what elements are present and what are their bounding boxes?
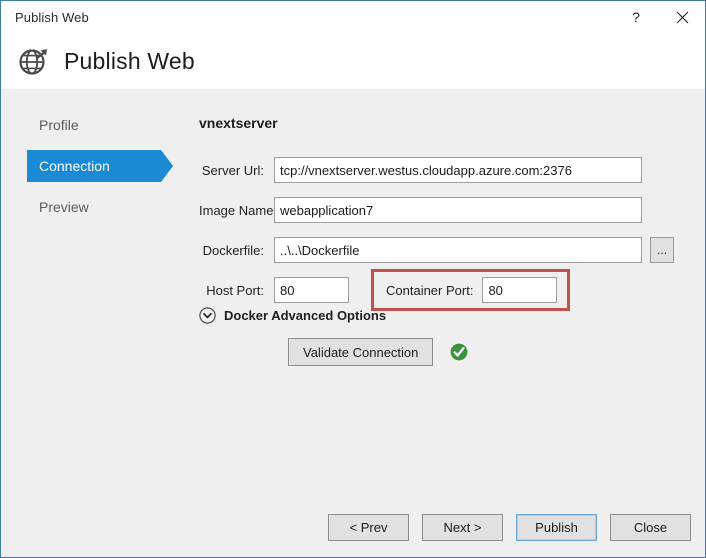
docker-advanced-options-toggle[interactable]: Docker Advanced Options — [199, 307, 386, 324]
dialog-header: Publish Web — [1, 33, 705, 89]
dialog-body: Profile Connection Preview vnextserver S… — [1, 89, 705, 557]
titlebar-buttons: ? — [613, 1, 705, 33]
docker-advanced-options-label: Docker Advanced Options — [224, 308, 387, 323]
profile-name-heading: vnextserver — [199, 115, 278, 131]
sidebar-item-label: Connection — [39, 158, 110, 174]
sidebar-item-label: Preview — [39, 199, 89, 215]
publish-button[interactable]: Publish — [516, 514, 597, 541]
globe-publish-icon — [19, 49, 47, 75]
validate-connection-button[interactable]: Validate Connection — [288, 338, 434, 366]
sidebar-item-preview[interactable]: Preview — [1, 191, 181, 223]
image-name-label: Image Name: — [199, 202, 278, 218]
titlebar: Publish Web ? — [1, 1, 705, 33]
question-mark-icon: ? — [632, 9, 640, 25]
server-url-row: Server Url: — [199, 157, 705, 183]
selected-arrow-icon — [161, 150, 173, 182]
help-button[interactable]: ? — [613, 1, 659, 33]
image-name-input[interactable] — [274, 197, 642, 223]
green-check-circle-icon — [451, 343, 468, 361]
dockerfile-input[interactable] — [274, 237, 642, 263]
window-title: Publish Web — [15, 9, 89, 25]
browse-button[interactable]: ... — [650, 237, 674, 263]
host-port-input[interactable] — [274, 277, 349, 303]
main-pane: vnextserver Server Url: Image Name: Dock… — [199, 89, 705, 557]
sidebar-item-label: Profile — [39, 117, 79, 133]
host-port-label: Host Port: — [206, 282, 264, 298]
image-name-row: Image Name: — [199, 197, 705, 223]
container-port-input[interactable] — [482, 277, 558, 303]
close-dialog-button[interactable]: Close — [610, 514, 691, 541]
ports-row: Host Port: Container Port: — [199, 269, 705, 311]
dockerfile-label: Dockerfile: — [202, 242, 264, 258]
server-url-input[interactable] — [274, 157, 642, 183]
server-url-label: Server Url: — [201, 162, 264, 178]
sidebar-item-connection[interactable]: Connection — [27, 150, 173, 182]
container-port-label: Container Port: — [386, 282, 474, 298]
container-port-highlight: Container Port: — [371, 269, 571, 311]
sidebar: Profile Connection Preview — [1, 109, 181, 223]
close-button[interactable] — [659, 1, 705, 33]
page-title: Publish Web — [64, 47, 195, 74]
chevron-down-circle-icon — [199, 307, 216, 324]
dockerfile-row: Dockerfile: ... — [199, 237, 705, 263]
prev-button[interactable]: < Prev — [328, 514, 409, 541]
publish-web-dialog: Publish Web ? Publish Web Profile Connec… — [0, 0, 706, 558]
sidebar-item-profile[interactable]: Profile — [1, 109, 181, 141]
validate-connection-row: Validate Connection — [288, 338, 468, 366]
close-icon — [676, 11, 688, 23]
next-button[interactable]: Next > — [422, 514, 503, 541]
dialog-footer: < Prev Next > Publish Close — [328, 514, 691, 541]
